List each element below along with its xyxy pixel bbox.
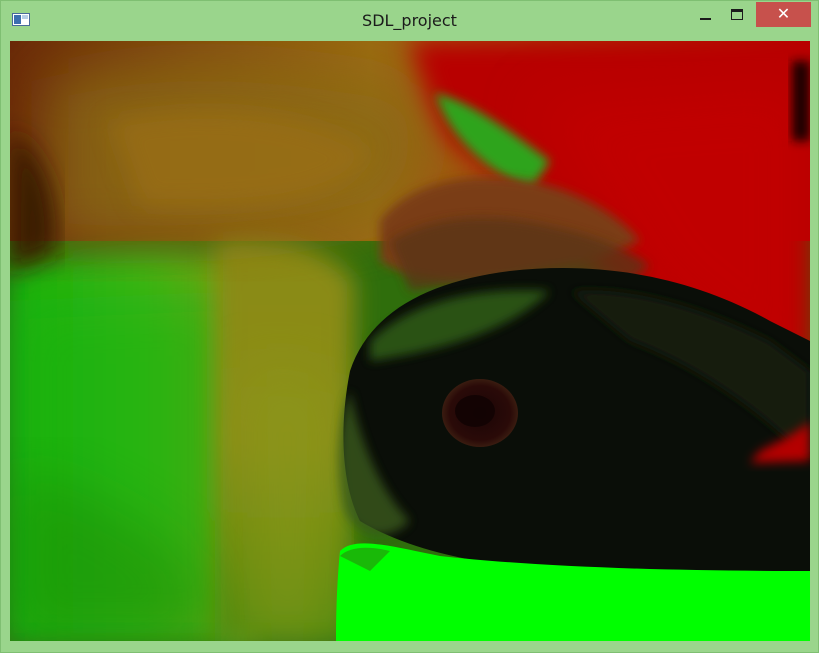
close-button[interactable]: ✕ bbox=[756, 2, 811, 27]
render-canvas[interactable] bbox=[10, 41, 810, 641]
title-bar[interactable]: SDL_project ✕ bbox=[1, 1, 818, 39]
minimize-icon bbox=[700, 18, 711, 20]
maximize-icon bbox=[731, 9, 743, 20]
minimize-button[interactable] bbox=[691, 3, 719, 27]
maximize-button[interactable] bbox=[723, 3, 751, 27]
rendered-frame bbox=[10, 41, 810, 641]
close-icon: ✕ bbox=[776, 4, 791, 23]
app-window: SDL_project ✕ bbox=[0, 0, 819, 653]
